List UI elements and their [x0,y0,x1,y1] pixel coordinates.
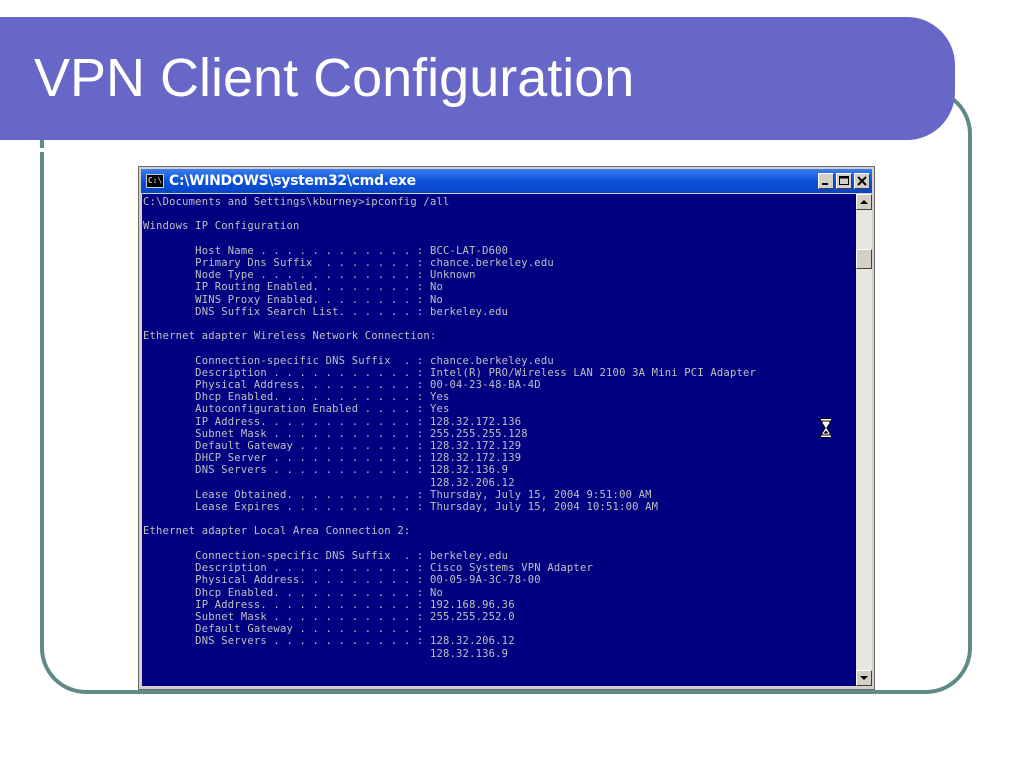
close-icon [857,176,867,186]
cmd-icon[interactable]: C:\ [146,174,164,188]
cmd-window-titlebar[interactable]: C:\ C:\WINDOWS\system32\cmd.exe [141,169,872,193]
arrow-up-icon [860,200,868,204]
window-title: C:\WINDOWS\system32\cmd.exe [169,173,416,189]
close-button[interactable] [854,173,870,189]
vertical-scrollbar[interactable] [856,194,872,686]
maximize-icon [839,176,849,185]
arrow-down-icon [860,676,868,680]
hourglass-icon [820,418,832,438]
minimize-button[interactable] [818,173,834,189]
scroll-down-button[interactable] [856,670,872,686]
title-rule [0,148,906,152]
scroll-thumb[interactable] [856,249,872,269]
maximize-button[interactable] [836,173,852,189]
cmd-window[interactable]: C:\ C:\WINDOWS\system32\cmd.exe C:\Docum… [138,166,875,690]
minimize-icon [822,183,828,185]
console-text: C:\Documents and Settings\kburney>ipconf… [143,196,757,660]
console-output[interactable]: C:\Documents and Settings\kburney>ipconf… [142,194,856,686]
scroll-up-button[interactable] [856,194,872,210]
slide-title: VPN Client Configuration [34,48,635,108]
